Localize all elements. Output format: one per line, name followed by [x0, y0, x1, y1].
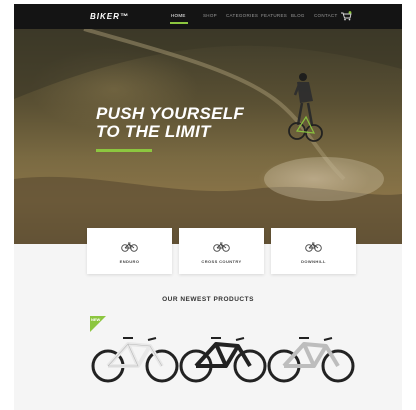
category-label: DOWNHILL: [301, 259, 326, 264]
product-card-1[interactable]: NEW: [90, 316, 180, 396]
cart-icon[interactable]: [340, 11, 352, 21]
category-card-downhill[interactable]: DOWNHILL: [271, 228, 356, 274]
hero-title: PUSH YOURSELF TO THE LIMIT: [96, 105, 244, 141]
hero-title-line-1: PUSH YOURSELF: [96, 104, 245, 123]
hero-title-line-2: TO THE LIMIT: [96, 122, 211, 141]
nav-item-contact[interactable]: CONTACT: [314, 13, 338, 18]
product-card-3[interactable]: [266, 316, 356, 396]
bicycle-icon: [121, 242, 138, 252]
site-logo[interactable]: BIKER™: [90, 12, 129, 21]
hero-accent-line: [96, 149, 152, 152]
nav-item-blog[interactable]: BLOG: [291, 13, 305, 18]
new-badge-label: NEW: [91, 317, 101, 322]
page: BIKER™ HOME SHOP CATEGORIES FEATURES BLO…: [14, 4, 402, 410]
nav-item-shop[interactable]: SHOP: [203, 13, 217, 18]
nav-item-categories[interactable]: CATEGORIES: [226, 13, 258, 18]
category-label: ENDURO: [119, 259, 140, 264]
hero-banner: PUSH YOURSELF TO THE LIMIT: [14, 29, 402, 244]
category-label: CROSS COUNTRY: [201, 259, 242, 264]
section-title-newest-products: OUR NEWEST PRODUCTS: [162, 296, 254, 303]
nav-item-home[interactable]: HOME: [171, 13, 186, 18]
product-card-2[interactable]: [178, 316, 268, 396]
rider-silhouette: [288, 73, 323, 142]
product-image: [90, 326, 180, 384]
product-image: [178, 326, 268, 384]
nav-active-indicator: [170, 22, 188, 24]
product-image: [266, 326, 356, 384]
bicycle-icon: [213, 242, 230, 252]
category-card-cross-country[interactable]: CROSS COUNTRY: [179, 228, 264, 274]
category-card-enduro[interactable]: ENDURO: [87, 228, 172, 274]
bicycle-icon: [305, 242, 322, 252]
nav-item-features[interactable]: FEATURES: [261, 13, 287, 18]
top-navbar: BIKER™ HOME SHOP CATEGORIES FEATURES BLO…: [14, 4, 402, 29]
